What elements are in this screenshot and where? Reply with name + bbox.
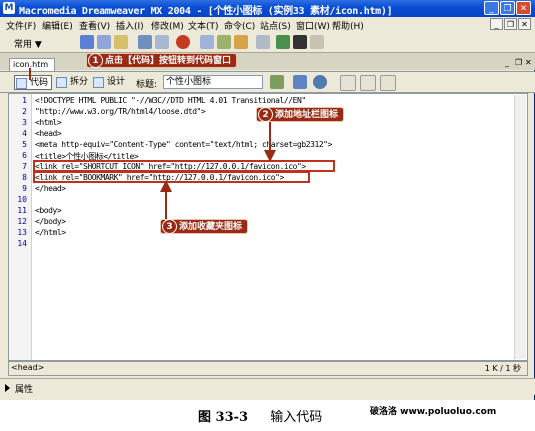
figure-number: 图 33-3	[198, 410, 249, 425]
callout-arrows	[29, 68, 276, 219]
callout-2: 2 添加地址栏图标	[256, 107, 345, 122]
callout-3: 3 添加收藏夹图标	[160, 219, 249, 234]
watermark: 破洛洛 www.poluoluo.com	[370, 407, 497, 417]
callout-3-number: 3	[162, 219, 177, 234]
callout-2-text: 添加地址栏图标	[275, 110, 339, 120]
figure-caption: 图 33-3 输入代码	[198, 406, 322, 425]
callout-1: 1 点击【代码】按钮转到代码窗口	[86, 53, 238, 68]
callout-2-number: 2	[258, 107, 273, 122]
callout-3-text: 添加收藏夹图标	[179, 222, 243, 232]
callout-1-number: 1	[88, 53, 103, 68]
figure-title: 输入代码	[270, 410, 323, 425]
callout-1-text: 点击【代码】按钮转到代码窗口	[105, 56, 232, 66]
